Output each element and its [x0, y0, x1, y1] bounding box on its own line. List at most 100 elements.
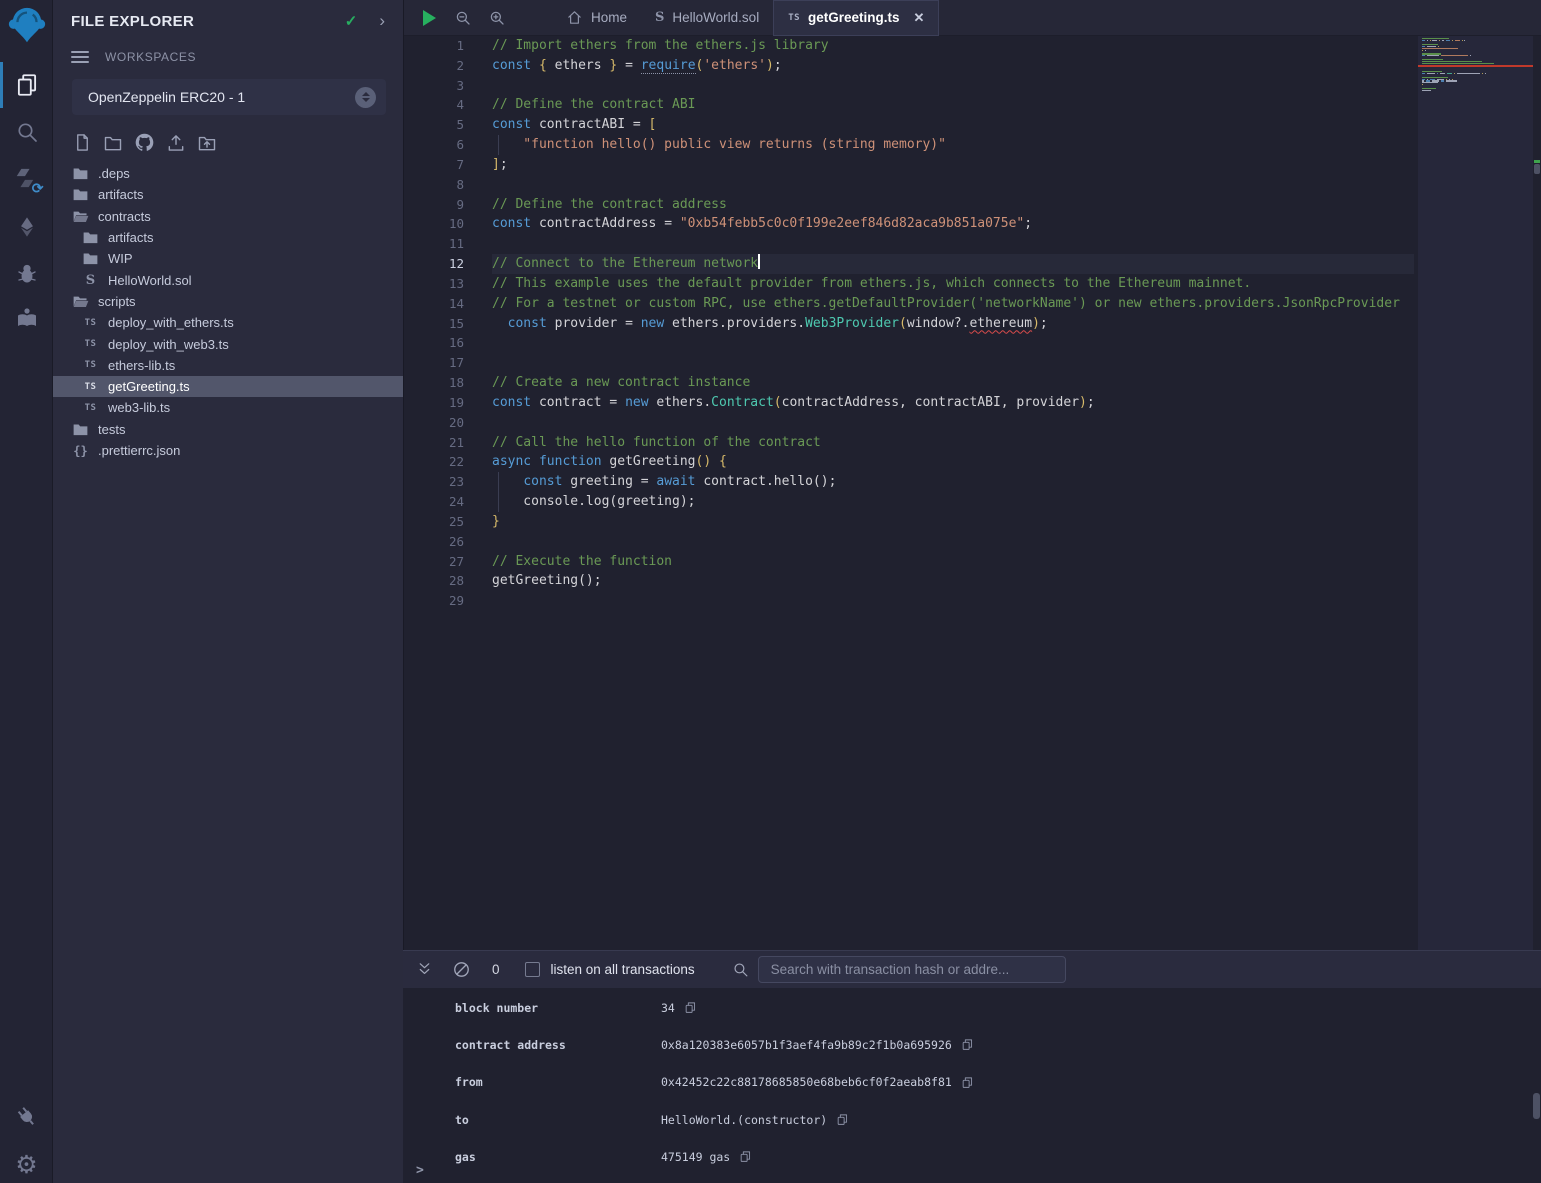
copy-icon[interactable]	[739, 1150, 752, 1163]
code-text: const greeting = await contract.hello();	[492, 472, 1414, 492]
minimap-line	[1422, 44, 1438, 45]
tx-detail-label: from	[455, 1075, 661, 1089]
tx-detail-label: contract address	[455, 1038, 661, 1052]
terminal-scrollbar-thumb[interactable]	[1533, 1093, 1540, 1119]
line-number: 21	[404, 433, 464, 453]
tree-item-wip[interactable]: WIP	[53, 248, 403, 269]
debugger-icon[interactable]	[0, 251, 53, 297]
home-icon	[566, 9, 583, 26]
file-explorer-icon[interactable]	[0, 62, 53, 108]
code-line-26: 26	[404, 532, 1414, 552]
tab-home[interactable]: Home	[552, 0, 641, 36]
tx-detail-row-gas: gas475149 gas	[403, 1138, 1541, 1175]
tree-item-getgreeting-ts[interactable]: TSgetGreeting.ts	[53, 376, 403, 397]
line-number: 16	[404, 333, 464, 353]
tx-detail-row-contract-address: contract address0x8a120383e6057b1f3aef4f…	[403, 1026, 1541, 1063]
tx-detail-row-block-number: block number34	[403, 989, 1541, 1026]
code-line-9: 9// Define the contract address	[404, 195, 1414, 215]
code-line-16: 16	[404, 333, 1414, 353]
workspace-sort-icon[interactable]	[355, 87, 376, 108]
search-icon[interactable]	[0, 109, 53, 155]
editor-scrollbar-thumb[interactable]	[1534, 164, 1540, 174]
upload-file-icon[interactable]	[166, 133, 186, 153]
code-text: const contractABI = [	[492, 115, 1414, 135]
tree-item--deps[interactable]: .deps	[53, 163, 403, 184]
listen-all-transactions-checkbox[interactable]	[525, 962, 540, 977]
zoom-out-icon[interactable]	[446, 0, 480, 36]
code-line-25: 25}	[404, 512, 1414, 532]
code-text: // Import ethers from the ethers.js libr…	[492, 36, 1414, 56]
code-line-1: 1// Import ethers from the ethers.js lib…	[404, 36, 1414, 56]
github-icon[interactable]	[134, 132, 155, 153]
solidity-compiler-icon[interactable]: ⟳	[0, 157, 53, 203]
upload-folder-icon[interactable]	[197, 133, 217, 153]
tree-item-ethers-lib-ts[interactable]: TSethers-lib.ts	[53, 355, 403, 376]
chevron-right-icon[interactable]: ›	[379, 11, 385, 31]
code-line-2: 2const { ethers } = require('ethers');	[404, 56, 1414, 76]
listen-all-transactions-label[interactable]: listen on all transactions	[551, 962, 695, 977]
terminal-search-input[interactable]	[758, 956, 1066, 983]
hamburger-menu-icon[interactable]	[71, 48, 89, 66]
ts-icon: TS	[82, 360, 99, 370]
minimap-line	[1422, 80, 1457, 81]
copy-icon[interactable]	[684, 1001, 697, 1014]
panel-title: FILE EXPLORER	[71, 13, 345, 30]
line-number: 3	[404, 76, 464, 96]
minimap[interactable]	[1418, 36, 1533, 950]
plugin-manager-icon[interactable]	[0, 1094, 53, 1140]
zoom-in-icon[interactable]	[480, 0, 514, 36]
copy-icon[interactable]	[961, 1076, 974, 1089]
deploy-run-icon[interactable]	[0, 204, 53, 250]
tree-item-web3-lib-ts[interactable]: TSweb3-lib.ts	[53, 397, 403, 418]
file-tree: .depsartifactscontractsartifactsWIPSHell…	[53, 163, 403, 461]
text-cursor	[758, 254, 760, 269]
run-script-button[interactable]	[412, 0, 446, 36]
tx-detail-value: 0x8a120383e6057b1f3aef4fa9b89c2f1b0a6959…	[661, 1038, 952, 1052]
scroll-to-bottom-icon[interactable]	[416, 961, 433, 978]
learneth-icon[interactable]	[0, 295, 53, 341]
code-text	[492, 591, 1414, 611]
settings-icon[interactable]: ⚙	[0, 1142, 53, 1183]
tree-item--prettierrc-json[interactable]: {}.prettierrc.json	[53, 440, 403, 461]
new-file-icon[interactable]	[73, 133, 92, 152]
clear-console-icon[interactable]	[452, 960, 471, 979]
tree-item-deploy-with-web3-ts[interactable]: TSdeploy_with_web3.ts	[53, 333, 403, 354]
tx-detail-label: to	[455, 1113, 661, 1127]
tree-item-tests[interactable]: tests	[53, 419, 403, 440]
tree-item-helloworld-sol[interactable]: SHelloWorld.sol	[53, 269, 403, 290]
close-tab-icon[interactable]: ✕	[914, 10, 925, 26]
code-editor[interactable]: 1// Import ethers from the ethers.js lib…	[404, 36, 1414, 950]
line-number: 4	[404, 95, 464, 115]
line-number: 2	[404, 56, 464, 76]
check-icon[interactable]: ✓	[345, 12, 358, 30]
line-number: 27	[404, 552, 464, 572]
tree-item-contracts[interactable]: contracts	[53, 206, 403, 227]
tx-detail-value: HelloWorld.(constructor)	[661, 1113, 827, 1127]
tree-item-scripts[interactable]: scripts	[53, 291, 403, 312]
tree-item-deploy-with-ethers-ts[interactable]: TSdeploy_with_ethers.ts	[53, 312, 403, 333]
minimap-line	[1422, 46, 1439, 47]
folder-open-icon	[72, 210, 89, 223]
tab-helloworld-sol[interactable]: SHelloWorld.sol	[641, 0, 773, 36]
code-line-23: 23 const greeting = await contract.hello…	[404, 472, 1414, 492]
line-number: 11	[404, 234, 464, 254]
file-name: .prettierrc.json	[98, 443, 180, 458]
tree-item-artifacts[interactable]: artifacts	[53, 227, 403, 248]
file-explorer-panel: FILE EXPLORER ✓ › WORKSPACES OpenZeppeli…	[53, 0, 403, 1183]
pending-tx-count: 0	[492, 962, 500, 977]
workspace-select[interactable]: OpenZeppelin ERC20 - 1	[72, 79, 386, 115]
code-text: const contractAddress = "0xb54febb5c0c0f…	[492, 214, 1414, 234]
folder-icon	[82, 231, 99, 244]
copy-icon[interactable]	[961, 1038, 974, 1051]
terminal-toolbar: 0 listen on all transactions	[403, 950, 1541, 988]
tx-detail-label: block number	[455, 1001, 661, 1015]
code-line-19: 19const contract = new ethers.Contract(c…	[404, 393, 1414, 413]
tab-getgreeting-ts[interactable]: TSgetGreeting.ts✕	[773, 0, 939, 36]
copy-icon[interactable]	[836, 1113, 849, 1126]
line-number: 6	[404, 135, 464, 155]
line-number: 18	[404, 373, 464, 393]
minimap-line	[1422, 38, 1449, 39]
sol-icon: S	[655, 10, 664, 25]
new-folder-icon[interactable]	[103, 133, 123, 153]
tree-item-artifacts[interactable]: artifacts	[53, 184, 403, 205]
